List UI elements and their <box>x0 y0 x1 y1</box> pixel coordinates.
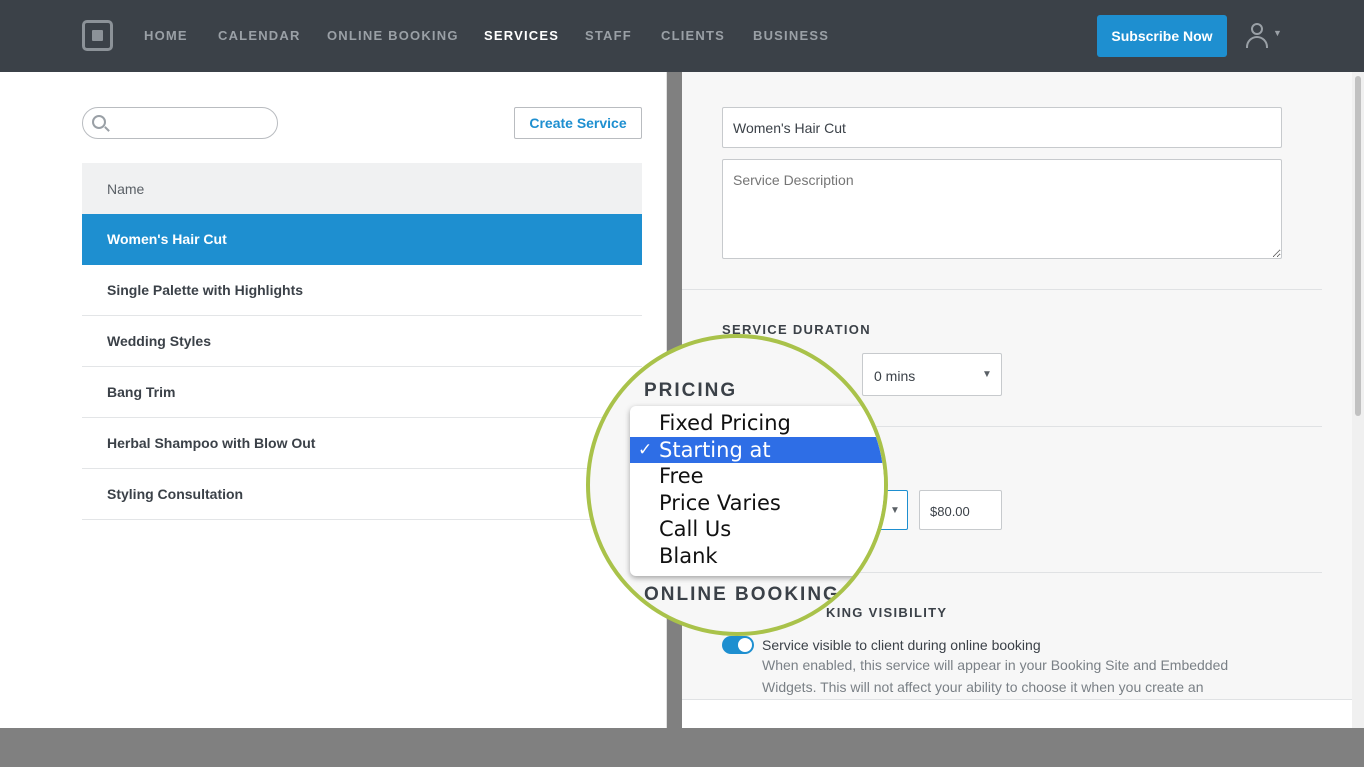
service-row-label: Women's Hair Cut <box>107 231 227 247</box>
search-input[interactable] <box>113 112 268 134</box>
price-value: $80.00 <box>930 504 970 519</box>
service-row-label: Herbal Shampoo with Blow Out <box>107 435 316 451</box>
pricing-option-call-us[interactable]: Call Us <box>630 516 884 542</box>
online-booking-section-title: ONLINE BOOKING V <box>644 584 862 605</box>
service-row-wedding-styles[interactable]: Wedding Styles <box>82 316 642 367</box>
booking-visibility-title: KING VISIBILITY <box>826 605 948 620</box>
duration-minutes-select[interactable]: 0 mins ▼ <box>862 353 1002 396</box>
checkmark-icon: ✓ <box>638 440 653 460</box>
nav-staff[interactable]: STAFF <box>585 0 632 72</box>
editor-scrollbar[interactable] <box>1352 72 1364 728</box>
service-row-label: Wedding Styles <box>107 333 211 349</box>
pricing-option-fixed[interactable]: Fixed Pricing <box>630 410 884 436</box>
window-bottom-strip <box>0 728 1364 767</box>
section-divider <box>682 289 1322 290</box>
column-name-header: Name <box>107 181 145 197</box>
price-input[interactable]: $80.00 <box>919 490 1002 530</box>
table-header: Name <box>82 163 642 214</box>
service-description-textarea[interactable] <box>722 159 1282 259</box>
pricing-option-blank[interactable]: Blank <box>630 543 884 569</box>
user-account-icon[interactable] <box>1245 22 1271 50</box>
visibility-help-text: When enabled, this service will appear i… <box>762 657 1229 695</box>
pricing-title: PRICING <box>644 380 738 401</box>
service-row-single-palette[interactable]: Single Palette with Highlights <box>82 265 642 316</box>
nav-online-booking[interactable]: ONLINE BOOKING <box>327 0 459 72</box>
nav-services[interactable]: SERVICES <box>484 0 559 72</box>
chevron-down-icon: ▼ <box>890 505 900 516</box>
subscribe-now-button[interactable]: Subscribe Now <box>1097 15 1227 57</box>
visibility-toggle[interactable] <box>722 636 754 654</box>
search-box[interactable] <box>82 107 278 139</box>
nav-calendar[interactable]: CALENDAR <box>218 0 301 72</box>
search-icon <box>92 115 106 129</box>
top-nav-bar: HOME CALENDAR ONLINE BOOKING SERVICES ST… <box>0 0 1364 72</box>
nav-clients[interactable]: CLIENTS <box>661 0 725 72</box>
create-service-button[interactable]: Create Service <box>514 107 642 139</box>
pricing-option-label: Starting at <box>659 438 771 462</box>
pricing-option-free[interactable]: Free <box>630 463 884 489</box>
square-logo-icon[interactable] <box>82 20 113 51</box>
service-row-label: Bang Trim <box>107 384 176 400</box>
service-row-bang-trim[interactable]: Bang Trim <box>82 367 642 418</box>
service-row-label: Styling Consultation <box>107 486 244 502</box>
nav-home[interactable]: HOME <box>144 0 188 72</box>
services-list-panel: Create Service Name Women's Hair Cut Sin… <box>0 72 667 728</box>
chevron-down-icon: ▼ <box>982 369 992 380</box>
pricing-dropdown-menu[interactable]: Fixed Pricing ✓ Starting at Free Price V… <box>630 406 884 576</box>
editor-footer-bar <box>682 699 1352 728</box>
magnifier-callout: PRICING Fixed Pricing ✓ Starting at Free… <box>586 334 888 636</box>
service-row-styling-consultation[interactable]: Styling Consultation <box>82 469 642 520</box>
duration-minutes-value: 0 mins <box>874 368 916 384</box>
service-row-womens-hair-cut[interactable]: Women's Hair Cut <box>82 214 642 265</box>
service-row-herbal-shampoo[interactable]: Herbal Shampoo with Blow Out <box>82 418 642 469</box>
pricing-option-starting-at[interactable]: ✓ Starting at <box>630 437 884 463</box>
service-row-label: Single Palette with Highlights <box>107 282 304 298</box>
service-name-input[interactable] <box>722 107 1282 148</box>
chevron-down-icon[interactable]: ▼ <box>1273 28 1282 38</box>
pricing-option-price-varies[interactable]: Price Varies <box>630 490 884 516</box>
scrollbar-thumb[interactable] <box>1355 76 1361 416</box>
visibility-toggle-label: Service visible to client during online … <box>762 637 1041 653</box>
nav-business[interactable]: BUSINESS <box>753 0 829 72</box>
